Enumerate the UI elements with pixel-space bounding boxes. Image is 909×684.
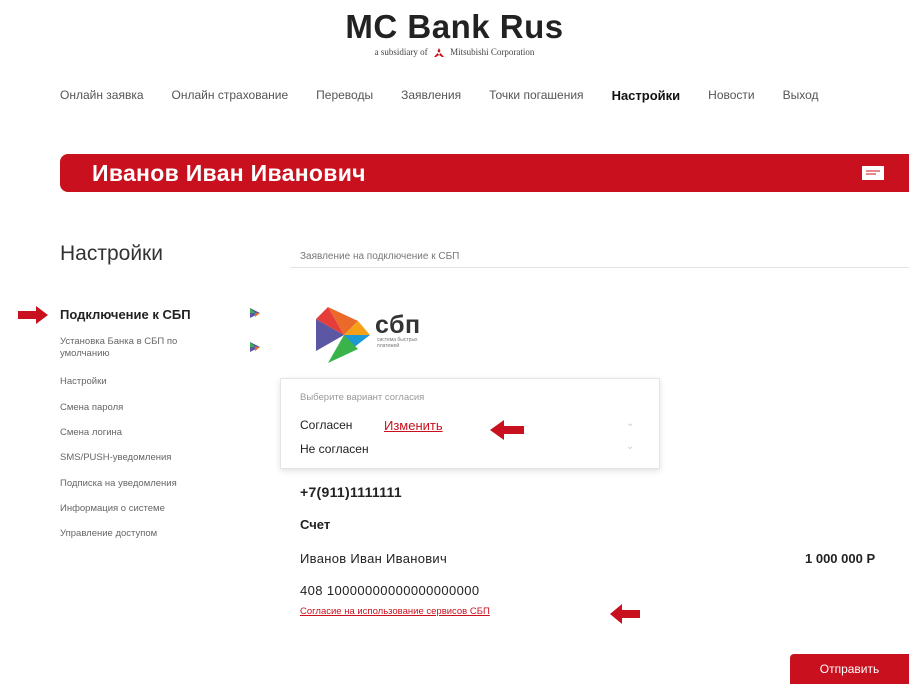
- nav-applications[interactable]: Заявления: [401, 88, 461, 103]
- submit-button[interactable]: Отправить: [790, 654, 909, 684]
- sidebar-item-change-login[interactable]: Смена логина: [60, 427, 122, 439]
- nav-news[interactable]: Новости: [708, 88, 754, 103]
- phone-number: +7(911)1111111: [300, 484, 402, 500]
- account-label: Счет: [300, 517, 331, 532]
- sbp-logo-text: сбп: [375, 311, 421, 339]
- nav-online-insurance[interactable]: Онлайн страхование: [172, 88, 289, 103]
- page-heading: Заявление на подключение к СБП: [300, 251, 460, 262]
- sidebar-item-sbp-connect[interactable]: Подключение к СБП: [60, 308, 191, 321]
- account-number: 408 10000000000000000000: [300, 583, 480, 598]
- nav-payment-points[interactable]: Точки погашения: [489, 88, 583, 103]
- subtitle-prefix: a subsidiary of: [374, 47, 428, 57]
- chevron-down-icon: ⌄: [626, 441, 635, 452]
- consent-option-agree[interactable]: Согласен: [300, 418, 352, 432]
- sidebar-item-settings[interactable]: Настройки: [60, 376, 107, 388]
- account-holder: Иванов Иван Иванович: [300, 551, 448, 566]
- consent-option-disagree[interactable]: Не согласен: [300, 442, 369, 456]
- bank-logo-title: MC Bank Rus: [345, 8, 564, 45]
- sidebar-item-default-bank[interactable]: Установка Банка в СБП по умолчанию: [60, 336, 220, 360]
- mitsubishi-logo-icon: [433, 47, 444, 57]
- sidebar-title: Настройки: [60, 242, 163, 265]
- sbp-agreement-link[interactable]: Согласие на использование сервисов СБП: [300, 606, 490, 617]
- change-link[interactable]: Изменить: [384, 418, 443, 433]
- sidebar-item-subscriptions[interactable]: Подписка на уведомления: [60, 478, 177, 490]
- consent-label: Выберите вариант согласия: [300, 392, 425, 403]
- message-glyph-icon: [862, 166, 884, 180]
- annotation-arrow-left-icon: [490, 420, 524, 440]
- user-name: Иванов Иван Иванович: [92, 160, 366, 186]
- nav-online-application[interactable]: Онлайн заявка: [60, 88, 144, 103]
- sidebar-item-system-info[interactable]: Информация о системе: [60, 503, 165, 515]
- annotation-arrow-right-icon: [18, 306, 48, 324]
- annotation-arrow-left-icon: [610, 604, 640, 624]
- sbp-mini-logo-icon: [250, 342, 260, 352]
- nav-logout[interactable]: Выход: [783, 88, 819, 103]
- nav-transfers[interactable]: Переводы: [316, 88, 373, 103]
- account-balance: 1 000 000 Р: [805, 551, 876, 566]
- sbp-logo-tagline: система быстрых платежей: [377, 337, 418, 349]
- subtitle-company: Mitsubishi Corporation: [450, 47, 535, 57]
- message-icon[interactable]: [862, 166, 884, 180]
- heading-divider: [290, 267, 909, 268]
- sidebar-item-notifications[interactable]: SMS/PUSH-уведомления: [60, 452, 171, 464]
- chevron-down-icon: ⌄: [626, 418, 635, 429]
- sidebar-item-change-password[interactable]: Смена пароля: [60, 402, 123, 414]
- top-nav: Онлайн заявка Онлайн страхование Перевод…: [60, 88, 847, 103]
- nav-settings[interactable]: Настройки: [612, 88, 681, 103]
- sidebar-item-access-management[interactable]: Управление доступом: [60, 528, 157, 540]
- bank-subtitle: a subsidiary of Mitsubishi Corporation: [0, 47, 909, 58]
- sbp-logo-icon: [316, 307, 370, 363]
- sbp-mini-logo-icon: [250, 308, 260, 318]
